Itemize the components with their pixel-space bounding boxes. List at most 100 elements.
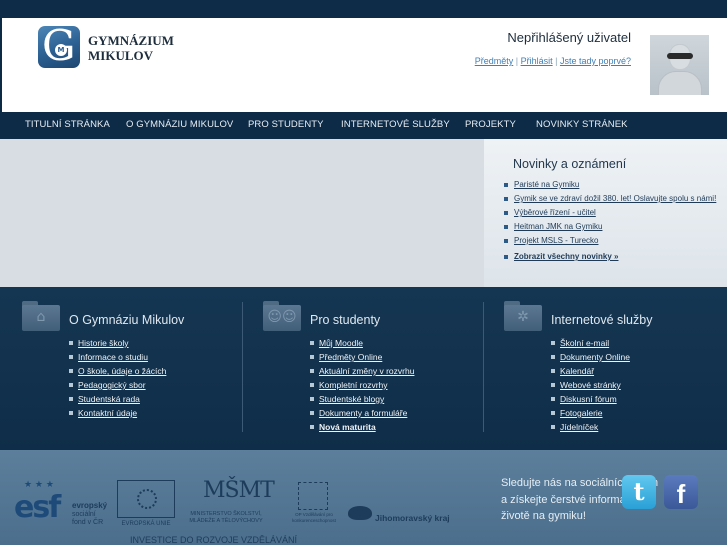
news-item-link[interactable]: Výběrové řízení - učitel (514, 208, 596, 217)
column-link[interactable]: Dokumenty Online (551, 350, 630, 364)
facebook-icon[interactable]: f (664, 475, 698, 509)
top-band (0, 0, 727, 18)
news-all[interactable]: Zobrazit všechny novinky » (504, 252, 722, 262)
avatar-glasses (667, 53, 693, 59)
msmt-logo[interactable]: MŠMT (203, 478, 275, 503)
news-item-link[interactable]: Projekt MSLS - Turecko (514, 236, 598, 245)
esf-line3: fond v ČR (72, 519, 104, 526)
nav-item-news[interactable]: NOVINKY STRÁNEK (536, 119, 628, 130)
banner-area (0, 139, 484, 287)
column-link[interactable]: Historie školy (69, 336, 166, 350)
news-list: Paristé na Gymiku Gymik se ve zdraví dož… (504, 180, 722, 266)
avatar-body (658, 71, 702, 95)
eu-stars-ring (137, 489, 157, 509)
column-students: ☺☺ Pro studenty Můj Moodle Předměty Onli… (241, 287, 483, 450)
news-panel: Novinky a oznámení Paristé na Gymiku Gym… (484, 139, 727, 287)
column-link-text[interactable]: Můj Moodle (319, 338, 363, 348)
esf-line2: sociální (72, 511, 96, 518)
esf-line1: evropský (72, 501, 108, 510)
nav-item-students[interactable]: PRO STUDENTY (248, 119, 324, 130)
column-link[interactable]: Fotogalerie (551, 406, 630, 420)
column-link[interactable]: Webové stránky (551, 378, 630, 392)
people-glyph: ☺☺ (267, 309, 297, 325)
avatar (650, 35, 709, 95)
school-name[interactable]: GYMNÁZIUM MIKULOV (88, 33, 174, 63)
column-links: Můj Moodle Předměty Online Aktuální změn… (310, 336, 414, 434)
news-item[interactable]: Paristé na Gymiku (504, 180, 722, 190)
column-link[interactable]: Školní e-mail (551, 336, 630, 350)
column-link-text[interactable]: Diskusní fórum (560, 394, 617, 404)
news-item[interactable]: Projekt MSLS - Turecko (504, 236, 722, 246)
column-link-text[interactable]: Pedagogický sbor (78, 380, 146, 390)
invest-slogan: INVESTICE DO ROZVOJE VZDĚLÁVÁNÍ (130, 535, 298, 545)
column-links: Školní e-mail Dokumenty Online Kalendář … (551, 336, 630, 434)
column-link[interactable]: Kompletní rozvrhy (310, 378, 414, 392)
column-link-text[interactable]: Webové stránky (560, 380, 621, 390)
link-subjects[interactable]: Předměty (475, 56, 514, 66)
footer: ★ ★ ★ esf evropský sociální fond v ČR EV… (0, 450, 727, 545)
user-links: Předměty | Přihlásit | Jste tady poprvé? (475, 56, 631, 66)
column-link-text[interactable]: Informace o studiu (78, 352, 148, 362)
column-link[interactable]: Studentské blogy (310, 392, 414, 406)
nav-item-services[interactable]: INTERNETOVÉ SLUŽBY (341, 119, 450, 130)
eu-flag-logo[interactable] (117, 480, 175, 518)
column-link[interactable]: Kalendář (551, 364, 630, 378)
column-link[interactable]: Informace o studiu (69, 350, 166, 364)
people-icon: ☺☺ (263, 301, 301, 331)
column-title: Internetové služby (551, 313, 653, 327)
school-name-line2: MIKULOV (88, 48, 153, 63)
twitter-icon[interactable]: t (622, 475, 656, 509)
column-link-text[interactable]: O škole, údaje o žácích (78, 366, 166, 376)
nav-item-about[interactable]: O GYMNÁZIU MIKULOV (126, 119, 233, 130)
network-glyph: ✲ (517, 309, 529, 325)
esf-mark: esf (14, 490, 61, 525)
news-item-link[interactable]: Heitman JMK na Gymiku (514, 222, 602, 231)
column-link-text[interactable]: Aktuální změny v rozvrhu (319, 366, 414, 376)
column-services: ✲ Internetové služby Školní e-mail Dokum… (482, 287, 727, 450)
column-link[interactable]: Jídelníček (551, 420, 630, 434)
column-link[interactable]: Dokumenty a formuláře (310, 406, 414, 420)
jmk-logo-icon[interactable] (348, 506, 372, 520)
esf-logo[interactable]: ★ ★ ★ esf (14, 480, 69, 528)
column-link-text[interactable]: Předměty Online (319, 352, 382, 362)
column-link[interactable]: Aktuální změny v rozvrhu (310, 364, 414, 378)
column-link-text[interactable]: Studentské blogy (319, 394, 384, 404)
column-link-text[interactable]: Dokumenty a formuláře (319, 408, 407, 418)
column-link-text[interactable]: Studentská rada (78, 394, 140, 404)
column-link[interactable]: O škole, údaje o žácích (69, 364, 166, 378)
column-link[interactable]: Studentská rada (69, 392, 166, 406)
column-link-text[interactable]: Kalendář (560, 366, 594, 376)
school-logo[interactable]: G M (38, 23, 80, 69)
news-all-link[interactable]: Zobrazit všechny novinky » (514, 252, 618, 261)
news-item[interactable]: Heitman JMK na Gymiku (504, 222, 722, 232)
news-item-link[interactable]: Gymik se ve zdraví dožil 380. let! Oslav… (514, 194, 716, 203)
user-status: Nepřihlášený uživatel (507, 30, 631, 45)
news-item-link[interactable]: Paristé na Gymiku (514, 180, 579, 189)
column-link-text[interactable]: Dokumenty Online (560, 352, 630, 362)
column-link[interactable]: Nová maturita (310, 420, 414, 434)
column-about: ⌂ O Gymnáziu Mikulov Historie školy Info… (0, 287, 242, 450)
nav-item-projects[interactable]: PROJEKTY (465, 119, 516, 130)
column-link[interactable]: Předměty Online (310, 350, 414, 364)
news-item[interactable]: Výběrové řízení - učitel (504, 208, 722, 218)
column-link[interactable]: Diskusní fórum (551, 392, 630, 406)
separator: | (513, 56, 521, 66)
column-link[interactable]: Kontaktní údaje (69, 406, 166, 420)
link-login[interactable]: Přihlásit (521, 56, 553, 66)
news-item[interactable]: Gymik se ve zdraví dožil 380. let! Oslav… (504, 194, 722, 204)
column-link-text[interactable]: Nová maturita (319, 422, 376, 432)
column-link[interactable]: Můj Moodle (310, 336, 414, 350)
link-first-time[interactable]: Jste tady poprvé? (560, 56, 631, 66)
nav-item-home[interactable]: TITULNÍ STRÁNKA (25, 119, 110, 130)
column-link-text[interactable]: Kontaktní údaje (78, 408, 137, 418)
column-link-text[interactable]: Jídelníček (560, 422, 598, 432)
column-link-text[interactable]: Kompletní rozvrhy (319, 380, 388, 390)
op-logo[interactable] (298, 482, 328, 510)
esf-text: evropský sociální fond v ČR (72, 502, 107, 527)
column-link[interactable]: Pedagogický sbor (69, 378, 166, 392)
jmk-label[interactable]: Jihomoravský kraj (375, 513, 450, 523)
column-link-text[interactable]: Fotogalerie (560, 408, 603, 418)
column-link-text[interactable]: Historie školy (78, 338, 129, 348)
header: G M GYMNÁZIUM MIKULOV Nepřihlášený uživa… (2, 18, 727, 112)
column-link-text[interactable]: Školní e-mail (560, 338, 609, 348)
